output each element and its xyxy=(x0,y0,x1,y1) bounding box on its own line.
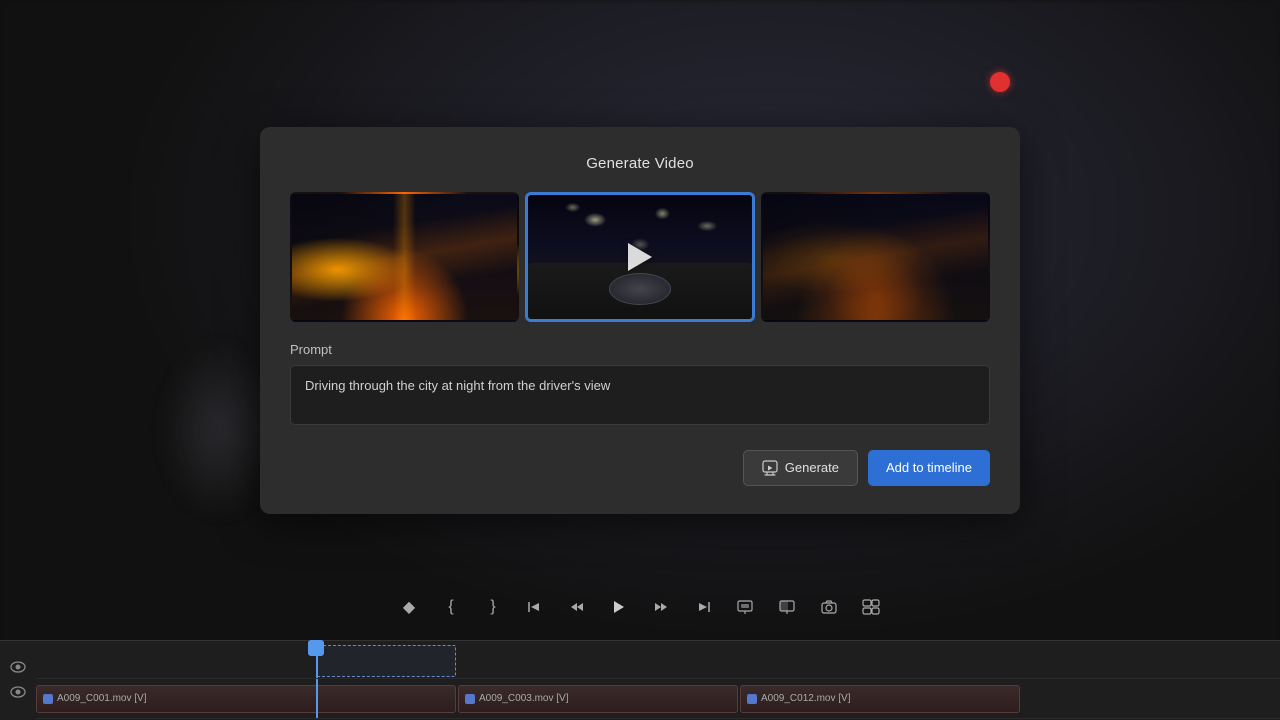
clip-icon-3 xyxy=(747,694,757,704)
transport-bar: ◆ { } xyxy=(0,589,1280,625)
generate-icon xyxy=(762,460,778,476)
timeline-area: A009_C001.mov [V] A009_C003.mov [V] A009… xyxy=(0,640,1280,720)
modal-title: Generate Video xyxy=(290,155,990,172)
v1-track-row[interactable]: A009_C001.mov [V] A009_C003.mov [V] A009… xyxy=(36,679,1280,719)
track-visibility-v1[interactable] xyxy=(10,682,26,704)
clip-icon-2 xyxy=(465,694,475,704)
dashboard-overlay xyxy=(528,263,753,319)
goto-in-icon[interactable] xyxy=(525,597,545,617)
clip-icon-1 xyxy=(43,694,53,704)
thumbnails-row xyxy=(290,192,990,322)
camera-icon[interactable] xyxy=(819,597,839,617)
prompt-label: Prompt xyxy=(290,342,990,357)
clip-a009-c003[interactable]: A009_C003.mov [V] xyxy=(458,685,738,713)
thumbnail-2[interactable] xyxy=(525,192,756,322)
clip-a009-c012[interactable]: A009_C012.mov [V] xyxy=(740,685,1020,713)
actions-row: Generate Add to timeline xyxy=(290,450,990,486)
mark-in-icon[interactable]: ◆ xyxy=(399,597,419,617)
clip-a009-c001[interactable]: A009_C001.mov [V] xyxy=(36,685,456,713)
timeline-track-controls xyxy=(0,641,36,720)
thumbnail-1[interactable] xyxy=(290,192,519,322)
upper-track-row[interactable] xyxy=(36,641,1280,679)
overwrite-icon[interactable] xyxy=(777,597,797,617)
prompt-input[interactable] xyxy=(290,365,990,425)
timeline-selection-box xyxy=(316,645,456,677)
trim-start-icon[interactable]: { xyxy=(441,597,461,617)
generate-button[interactable]: Generate xyxy=(743,450,858,486)
clip-label-2: A009_C003.mov [V] xyxy=(479,693,569,704)
goto-out-icon[interactable] xyxy=(693,597,713,617)
play-icon[interactable] xyxy=(609,597,629,617)
thumbnail-3[interactable] xyxy=(761,192,990,322)
add-to-timeline-button[interactable]: Add to timeline xyxy=(868,450,990,486)
track-visibility-upper[interactable] xyxy=(10,657,26,679)
timeline-tracks: A009_C001.mov [V] A009_C003.mov [V] A009… xyxy=(36,641,1280,720)
trim-end-icon[interactable]: } xyxy=(483,597,503,617)
generate-video-modal: Generate Video Prompt Gene xyxy=(260,127,1020,514)
step-forward-icon[interactable] xyxy=(651,597,671,617)
clip-label-1: A009_C001.mov [V] xyxy=(57,693,147,704)
multicam-icon[interactable] xyxy=(861,597,881,617)
insert-icon[interactable] xyxy=(735,597,755,617)
step-back-icon[interactable] xyxy=(567,597,587,617)
clip-label-3: A009_C012.mov [V] xyxy=(761,693,851,704)
generate-button-label: Generate xyxy=(785,460,839,475)
play-cursor-icon xyxy=(628,243,652,271)
